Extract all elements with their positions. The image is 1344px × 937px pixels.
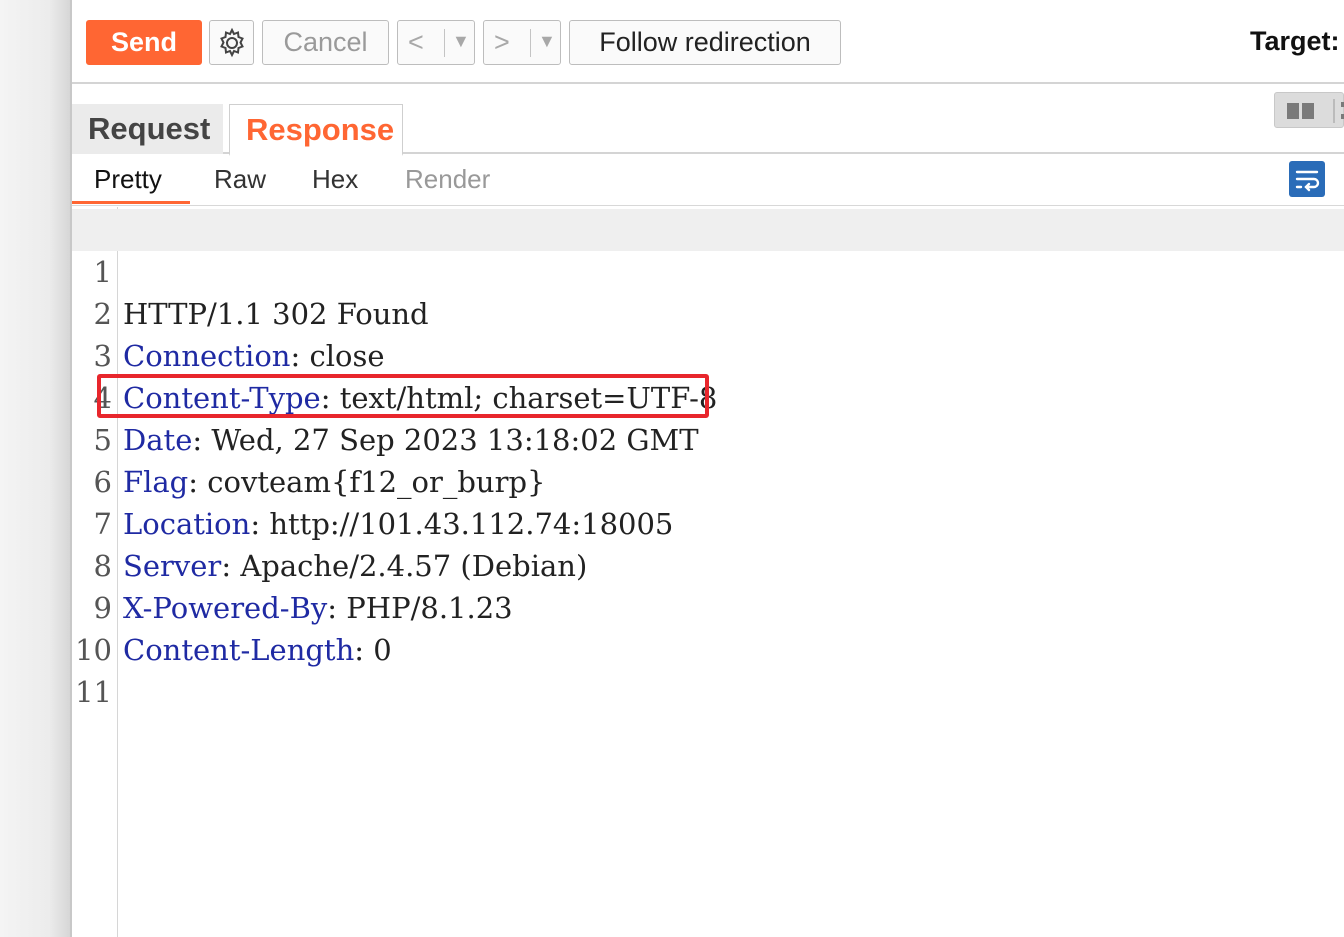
gear-icon xyxy=(219,27,244,57)
word-wrap-button[interactable] xyxy=(1289,161,1325,197)
tab-raw[interactable]: Raw xyxy=(192,164,288,204)
settings-button[interactable] xyxy=(209,20,254,65)
code-line: 7 Server: Apache/2.4.57 (Debian) xyxy=(72,461,1344,583)
follow-redirection-button[interactable]: Follow redirection xyxy=(569,20,841,65)
code-line: 4 Date: Wed, 27 Sep 2023 13:18:02 GMT xyxy=(72,335,1344,457)
view-tabs: Pretty Raw Hex Render xyxy=(72,154,1344,206)
tab-hex[interactable]: Hex xyxy=(290,164,380,204)
send-button[interactable]: Send xyxy=(86,20,202,65)
code-line: 3 Content-Type: text/html; charset=UTF-8 xyxy=(72,293,1344,415)
code-line: 2 Connection: close xyxy=(72,251,1344,373)
request-response-tabs: Request Response xyxy=(72,84,1344,156)
dropdown-arrow-icon[interactable]: ▼ xyxy=(452,31,470,52)
flag-highlight-box xyxy=(97,374,709,418)
code-line: 8 X-Powered-By: PHP/8.1.23 xyxy=(72,503,1344,625)
chevron-right-icon: > xyxy=(494,27,510,57)
layout-toggle-group xyxy=(1274,92,1344,128)
window-edge xyxy=(0,0,72,937)
line-number: 11 xyxy=(75,675,112,709)
code-line: 6 Location: http://101.43.112.74:18005 xyxy=(72,419,1344,541)
split-rows-icon[interactable] xyxy=(1333,99,1344,123)
history-back-button[interactable]: < ▼ xyxy=(397,20,475,65)
split-columns-icon[interactable] xyxy=(1287,103,1315,119)
code-line: 11 xyxy=(72,629,1344,709)
response-editor[interactable]: 1 HTTP/1.1 302 Found 2 Connection: close… xyxy=(72,207,1344,937)
repeater-panel: Send Cancel < ▼ > ▼ Follow redirection T… xyxy=(72,0,1344,937)
tab-request[interactable]: Request xyxy=(72,104,223,154)
code-line: 1 HTTP/1.1 302 Found xyxy=(72,209,1344,331)
code-line: 9 Content-Length: 0 xyxy=(72,545,1344,667)
history-forward-button[interactable]: > ▼ xyxy=(483,20,561,65)
tab-response[interactable]: Response xyxy=(229,104,403,156)
separator xyxy=(530,29,531,57)
wrap-lines-icon xyxy=(1295,170,1320,192)
toolbar: Send Cancel < ▼ > ▼ Follow redirection T… xyxy=(72,0,1344,84)
code-line: 10 xyxy=(72,587,1344,667)
separator xyxy=(444,29,445,57)
dropdown-arrow-icon[interactable]: ▼ xyxy=(538,31,556,52)
target-label: Target: xyxy=(1250,26,1340,56)
tab-pretty[interactable]: Pretty xyxy=(72,164,190,204)
chevron-left-icon: < xyxy=(408,27,424,57)
tab-render[interactable]: Render xyxy=(383,164,512,204)
cancel-button[interactable]: Cancel xyxy=(262,20,389,65)
